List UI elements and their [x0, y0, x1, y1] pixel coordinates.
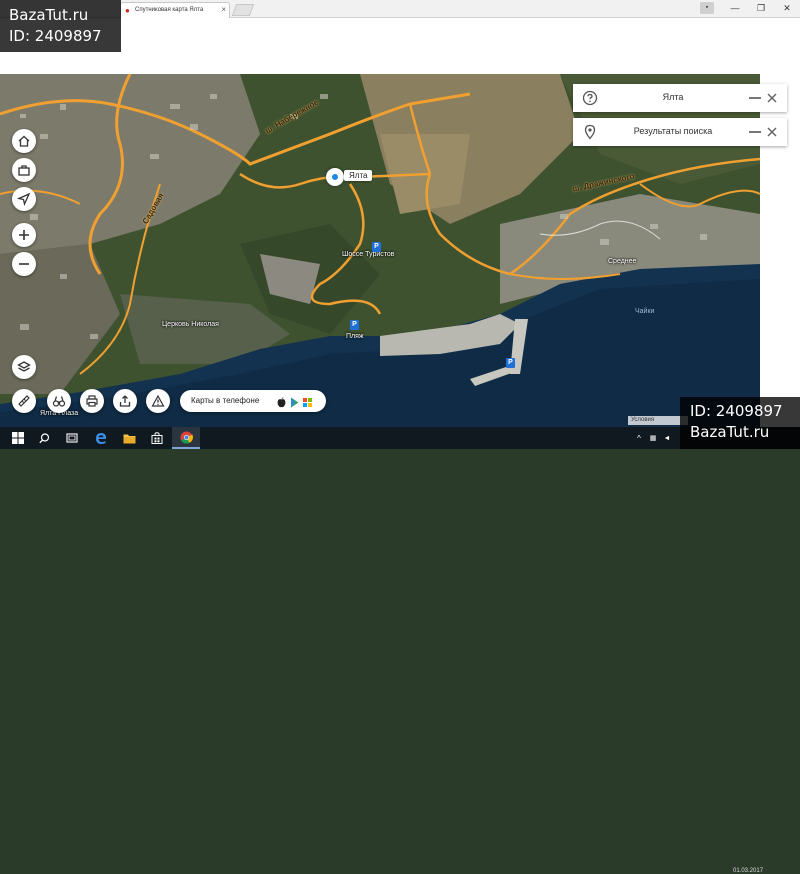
label-shosse-turistov: Шоссе Туристов — [342, 251, 395, 258]
watermark-site: BazaTut.ru — [690, 423, 770, 441]
binoculars-icon — [52, 396, 66, 407]
new-tab-button[interactable] — [231, 4, 255, 16]
plus-icon — [19, 230, 29, 240]
chrome-taskbar-button[interactable] — [172, 427, 200, 449]
home-button[interactable] — [12, 129, 36, 153]
location-pin-icon — [584, 124, 596, 140]
task-view-button[interactable] — [58, 427, 86, 449]
poi-icon[interactable]: P — [350, 320, 359, 330]
label-plyazh: Пляж — [346, 333, 364, 340]
binoculars-button[interactable] — [47, 389, 71, 413]
home-icon — [18, 135, 30, 147]
ruler-button[interactable] — [12, 389, 36, 413]
start-button[interactable] — [4, 427, 32, 449]
navigation-arrow-icon — [17, 192, 31, 206]
store-taskbar-button[interactable] — [143, 427, 171, 449]
layers-button[interactable] — [12, 355, 36, 379]
volume-icon[interactable]: ◄ — [660, 427, 674, 449]
help-icon — [582, 90, 598, 106]
task-view-icon — [66, 433, 78, 443]
watermark-bottom-right: ID: 2409897 BazaTut.ru — [680, 397, 800, 449]
close-icon[interactable] — [765, 125, 779, 139]
search-taskbar-button[interactable] — [30, 427, 58, 449]
location-marker-icon[interactable] — [326, 168, 344, 186]
watermark-top-left: BazaTut.ru ID: 2409897 — [0, 0, 121, 52]
chrome-icon — [180, 431, 193, 444]
watermark-site: BazaTut.ru — [9, 6, 89, 24]
phone-label: Карты в телефоне — [191, 396, 260, 405]
store-bag-icon — [151, 432, 163, 444]
locate-button[interactable] — [12, 187, 36, 211]
windows-store-icon — [303, 395, 312, 407]
poi-icon[interactable]: P — [372, 242, 381, 252]
minimize-panel-button[interactable] — [749, 97, 761, 99]
window-maximize-button[interactable]: ❐ — [748, 1, 774, 15]
zoom-in-button[interactable] — [12, 223, 36, 247]
network-icon[interactable]: ▦ — [646, 427, 660, 449]
profile-icon[interactable]: ▪ — [700, 2, 714, 14]
share-icon — [119, 395, 131, 407]
minus-icon — [19, 263, 29, 265]
google-play-icon — [290, 395, 299, 408]
poi-icon[interactable]: P — [506, 358, 515, 368]
edge-icon — [96, 433, 106, 444]
label-srednee: Среднее — [608, 258, 637, 265]
share-button[interactable] — [113, 389, 137, 413]
briefcase-icon — [18, 165, 30, 176]
folder-icon — [123, 434, 135, 443]
search-panel-title: Результаты поиска — [633, 126, 713, 136]
search-panel-yalta[interactable]: Ялта — [573, 84, 787, 112]
windows-logo-icon — [12, 432, 24, 444]
printer-icon — [86, 395, 98, 407]
search-panel-title: Ялта — [662, 92, 684, 102]
map-pin-favicon-icon: ● — [125, 6, 130, 15]
tab-title: Спутниковая карта Ялта — [135, 7, 204, 13]
report-problem-button[interactable] — [146, 389, 170, 413]
marker-label[interactable]: Ялта — [344, 170, 373, 181]
terms-of-use-link[interactable]: Условия использования — [628, 416, 688, 432]
ruler-icon — [18, 395, 30, 407]
label-tserkov: Церковь Николая — [162, 321, 219, 328]
tray-chevron-icon[interactable]: ^ — [632, 427, 646, 449]
minimize-panel-button[interactable] — [749, 131, 761, 133]
label-sea: Чайки — [635, 308, 655, 315]
apple-icon — [277, 395, 286, 408]
tab-close-button[interactable]: × — [221, 5, 226, 14]
watermark-id: ID: 2409897 — [690, 402, 783, 420]
warning-icon — [151, 394, 165, 407]
search-panel-results[interactable]: Результаты поиска — [573, 118, 787, 146]
watermark-id: ID: 2409897 — [9, 27, 102, 45]
window-minimize-button[interactable]: — — [722, 1, 748, 15]
print-button[interactable] — [80, 389, 104, 413]
close-icon[interactable] — [765, 91, 779, 105]
tray-date[interactable]: 01.03.2017 — [733, 868, 763, 874]
edge-taskbar-button[interactable] — [87, 427, 115, 449]
explorer-taskbar-button[interactable] — [115, 427, 143, 449]
layers-icon — [17, 361, 31, 372]
window-close-button[interactable]: ✕ — [774, 1, 800, 15]
browser-tab[interactable]: ● Спутниковая карта Ялта × — [120, 2, 230, 18]
zoom-out-button[interactable] — [12, 252, 36, 276]
search-icon — [38, 432, 49, 443]
store-icons — [277, 395, 312, 408]
briefcase-button[interactable] — [12, 158, 36, 182]
